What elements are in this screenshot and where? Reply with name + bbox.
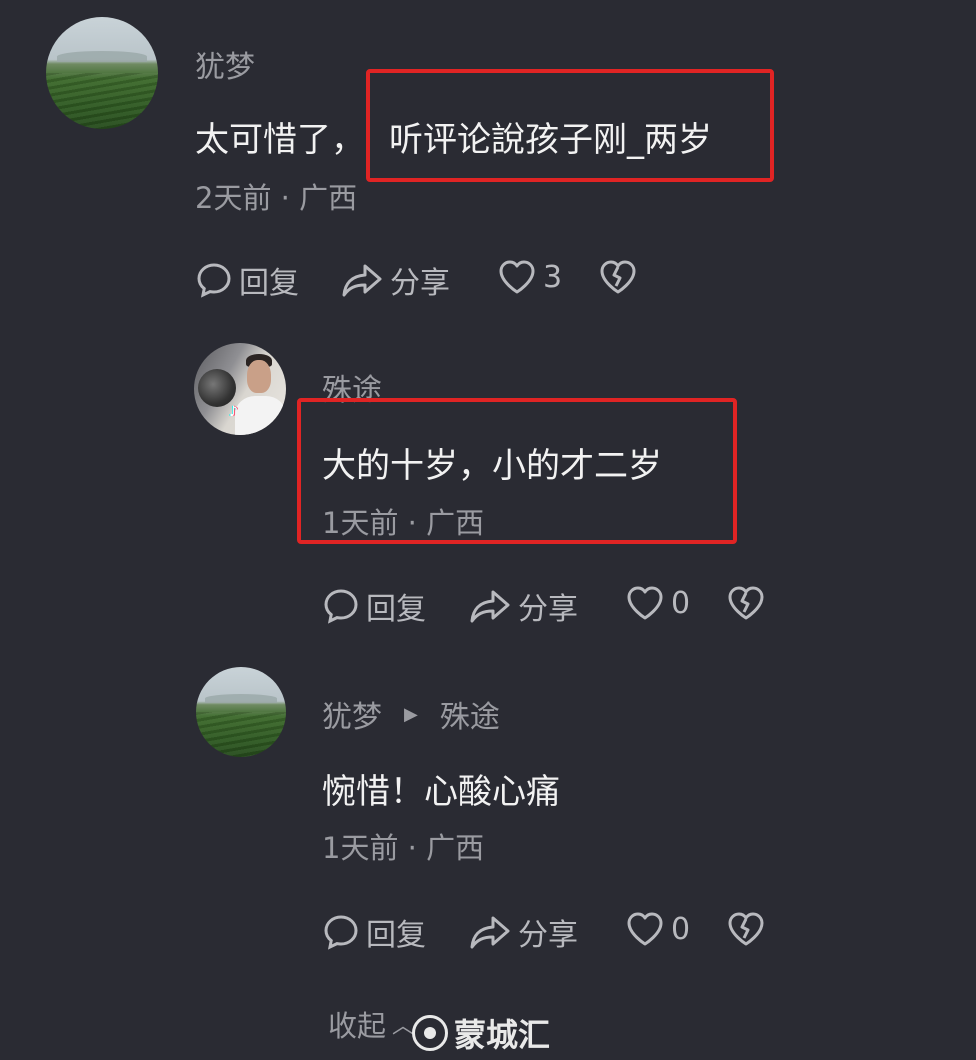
dislike-button[interactable] [598, 258, 638, 296]
comment-username[interactable]: 犹梦 [322, 692, 382, 736]
share-label: 分享 [390, 266, 450, 301]
comment-bubble-icon [324, 915, 358, 950]
like-count: 0 [671, 585, 691, 621]
reply-button[interactable]: 回复 [322, 584, 426, 628]
avatar-face [247, 359, 272, 393]
reply-label: 回复 [366, 918, 426, 953]
broken-heart-icon [728, 586, 764, 620]
comment-text: 惋惜！心酸心痛 [322, 772, 560, 812]
comment-text-start: 太可惜了， [195, 120, 365, 160]
avatar-field-rows [196, 712, 286, 757]
avatar-hill [57, 50, 147, 62]
avatar[interactable] [196, 667, 286, 757]
comment-meta: 1天前 · 广西 [322, 831, 485, 865]
share-arrow-icon [342, 264, 382, 297]
highlight-box [297, 398, 737, 544]
share-button[interactable]: 分享 [468, 910, 578, 954]
comment-meta: 2天前 · 广西 [195, 181, 358, 215]
heart-icon [499, 260, 535, 294]
heart-icon [627, 912, 663, 946]
dislike-button[interactable] [726, 584, 766, 622]
highlight-box [366, 69, 774, 182]
comment-bubble-icon [324, 589, 358, 624]
avatar-hill [205, 694, 277, 703]
share-button[interactable]: 分享 [468, 584, 578, 628]
avatar[interactable]: ♪ [194, 343, 286, 435]
share-label: 分享 [518, 918, 578, 953]
logo-icon [412, 1015, 448, 1051]
reply-header: 犹梦 ▶ 殊途 [322, 692, 500, 736]
share-arrow-icon [470, 590, 510, 623]
like-count: 3 [543, 259, 563, 295]
watermark: 蒙城汇 [412, 1010, 550, 1056]
play-triangle-icon: ▶ [404, 703, 418, 725]
comment-bubble-icon [197, 263, 231, 298]
share-label: 分享 [518, 592, 578, 627]
comment-username[interactable]: 犹梦 [195, 42, 255, 86]
chevron-up-icon: ︿ [392, 1014, 415, 1039]
avatar-helmet [197, 368, 237, 408]
dislike-button[interactable] [726, 910, 766, 948]
broken-heart-icon [600, 260, 636, 294]
share-button[interactable]: 分享 [340, 258, 450, 302]
heart-icon [627, 586, 663, 620]
reply-to-username[interactable]: 殊途 [440, 692, 500, 736]
like-button[interactable]: 3 [497, 258, 562, 296]
like-button[interactable]: 0 [625, 584, 690, 622]
reply-button[interactable]: 回复 [322, 910, 426, 954]
like-count: 0 [671, 911, 691, 947]
watermark-text: 蒙城汇 [454, 1016, 551, 1054]
reply-button[interactable]: 回复 [195, 258, 299, 302]
share-arrow-icon [470, 916, 510, 949]
reply-label: 回复 [366, 592, 426, 627]
avatar-field-rows [46, 73, 158, 129]
broken-heart-icon [728, 912, 764, 946]
like-button[interactable]: 0 [625, 910, 690, 948]
avatar[interactable] [46, 17, 158, 129]
tiktok-logo-icon: ♪ [228, 403, 238, 420]
collapse-button[interactable]: 收起 ︿ [328, 1003, 414, 1045]
collapse-label: 收起 [328, 1009, 387, 1043]
avatar-shirt [235, 396, 286, 435]
reply-label: 回复 [239, 266, 299, 301]
